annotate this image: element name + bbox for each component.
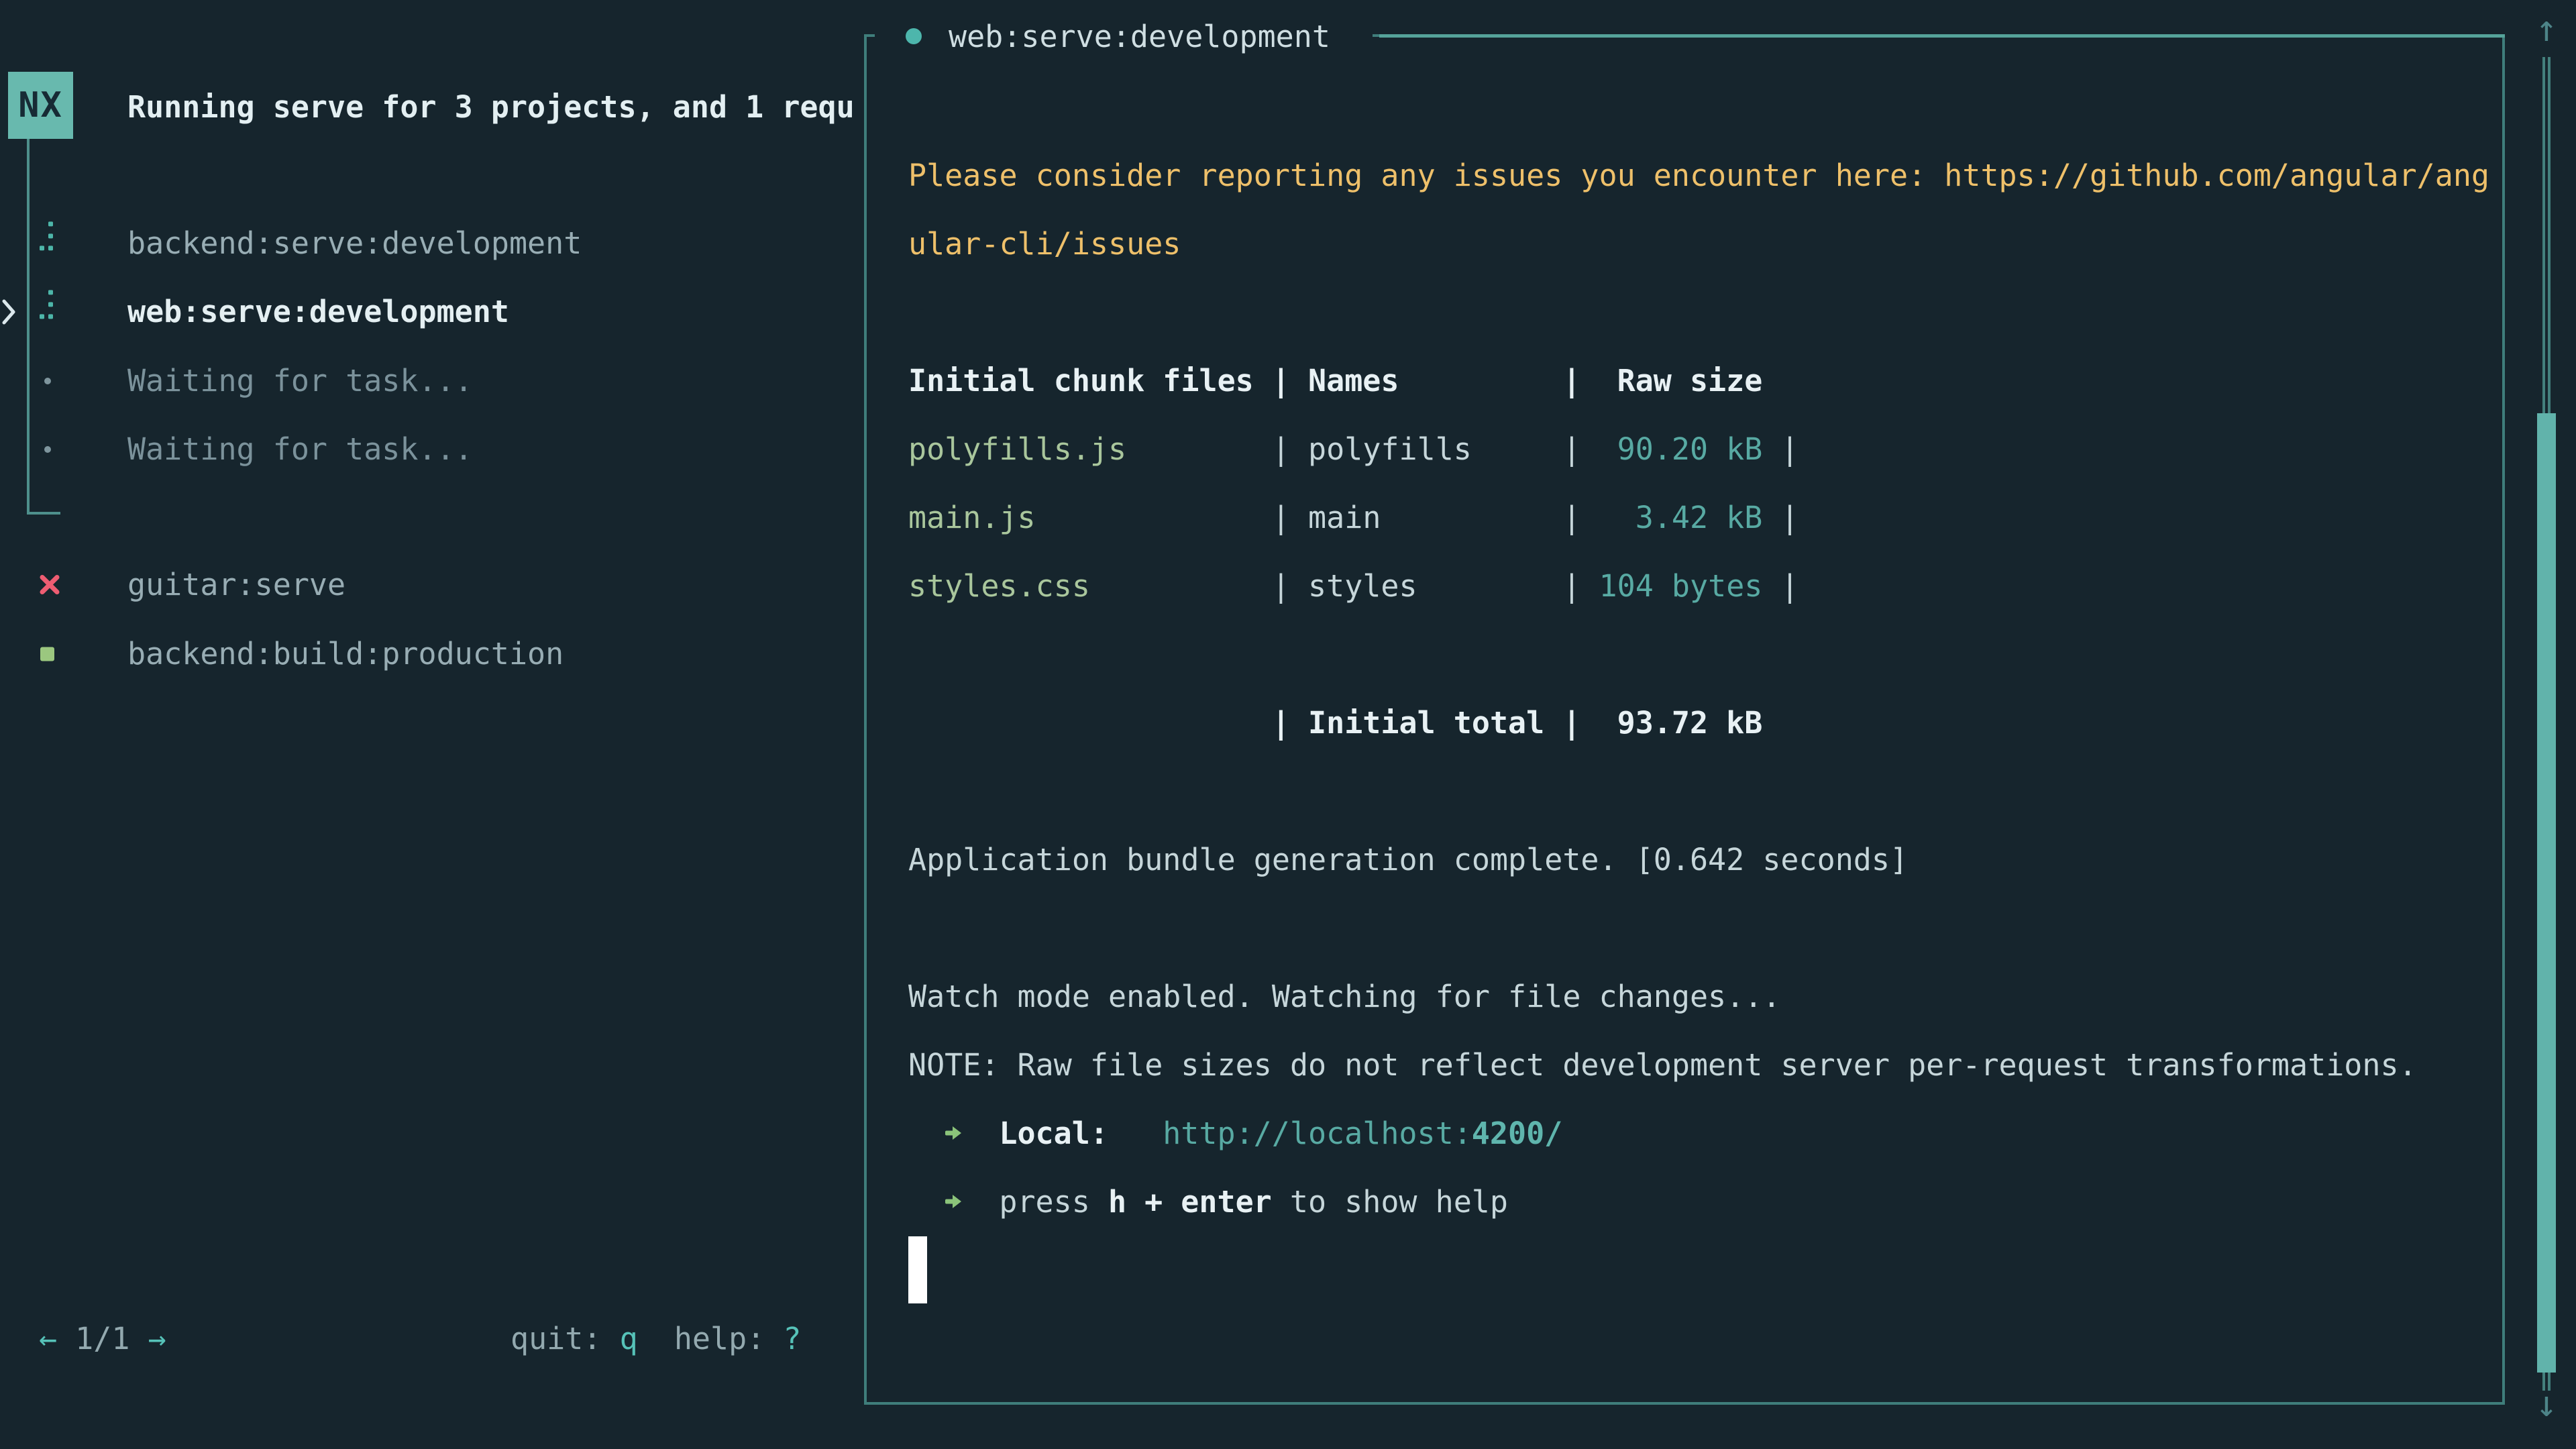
keyboard-shortcuts: quit: q help: ? — [511, 1305, 802, 1373]
terminal-text-segment: Initial chunk files | Names | Raw size — [908, 363, 1762, 398]
terminal-text-segment: 4200/ — [1472, 1116, 1562, 1151]
arrow-right-icon — [945, 1187, 963, 1217]
pager-prev-arrow-icon[interactable]: ← — [39, 1321, 57, 1356]
terminal-text-segment: | Initial total | 93.72 kB — [908, 705, 1762, 741]
sidebar-task-row[interactable]: web:serve:development — [0, 278, 852, 346]
sidebar-task-row[interactable]: Waiting for task... — [0, 415, 852, 484]
sidebar-task-row[interactable]: guitar:serve — [0, 551, 852, 619]
task-label: Waiting for task... — [127, 347, 473, 415]
success-square-icon — [40, 647, 54, 661]
terminal-text-segment — [1036, 500, 1272, 535]
quit-label: quit: — [511, 1321, 620, 1356]
terminal-text-segment: | — [1762, 431, 1799, 467]
terminal-text-segment — [1090, 568, 1272, 604]
arrow-right-icon — [945, 1118, 963, 1148]
task-label: backend:serve:development — [127, 209, 582, 278]
terminal-text-segment — [1580, 500, 1635, 535]
terminal-line: main.js | main | 3.42 kB | — [908, 484, 1799, 552]
help-key: ? — [783, 1321, 801, 1356]
spinner-icon — [39, 221, 54, 260]
spinner-icon — [39, 289, 54, 328]
terminal-line: polyfills.js | polyfills | 90.20 kB | — [908, 415, 1799, 484]
quit-key: q — [620, 1321, 638, 1356]
terminal-line: ular-cli/issues — [908, 210, 1181, 278]
terminal-text-segment: ular-cli/issues — [908, 226, 1181, 262]
selection-chevron-icon — [1, 297, 16, 327]
terminal-text-segment: press — [999, 1184, 1108, 1220]
task-label: guitar:serve — [127, 551, 345, 619]
task-label: Waiting for task... — [127, 415, 473, 484]
status-bar: ← 1/1 → quit: q help: ? — [0, 1305, 864, 1373]
failed-cross-icon — [39, 568, 60, 603]
terminal-text-segment — [908, 1184, 945, 1220]
scroll-up-arrow-icon[interactable]: ↑ — [2526, 5, 2567, 52]
scroll-down-arrow-icon[interactable]: ↓ — [2526, 1381, 2567, 1428]
terminal-line: Watch mode enabled. Watching for file ch… — [908, 963, 1780, 1031]
terminal-line: | Initial total | 93.72 kB — [908, 689, 1762, 757]
panel-title: web:serve:development — [949, 19, 1330, 54]
terminal-text-segment: Please consider reporting any issues you… — [908, 158, 2489, 193]
terminal-text-segment: Watch mode enabled. Watching for file ch… — [908, 979, 1780, 1014]
terminal-line: Initial chunk files | Names | Raw size — [908, 347, 1762, 415]
running-status-dot-icon — [906, 28, 922, 44]
terminal-screen: NX Running serve for 3 projects, and 1 r… — [0, 0, 2576, 1449]
terminal-text-segment: | — [1762, 568, 1799, 604]
terminal-text-segment: NOTE: Raw file sizes do not reflect deve… — [908, 1047, 2417, 1083]
task-tree-line-foot — [27, 512, 60, 515]
terminal-text-segment: Application bundle generation complete. … — [908, 842, 1908, 877]
terminal-text-segment: polyfills.js — [908, 431, 1126, 467]
sidebar-task-row[interactable]: Waiting for task... — [0, 347, 852, 415]
terminal-line: Application bundle generation complete. … — [908, 826, 1908, 894]
terminal-text-segment: 90.20 kB — [1617, 431, 1763, 467]
terminal-text-segment — [908, 1116, 945, 1151]
terminal-text-segment: h + enter — [1108, 1184, 1272, 1220]
terminal-text-segment: 3.42 kB — [1635, 500, 1763, 535]
terminal-line: Please consider reporting any issues you… — [908, 142, 2489, 210]
pager: ← 1/1 → — [39, 1305, 166, 1373]
terminal-text-segment: | polyfills | — [1272, 431, 1581, 467]
pending-dot-icon — [44, 378, 51, 384]
terminal-text-segment — [1580, 431, 1617, 467]
scrollbar-thumb[interactable] — [2537, 413, 2556, 1373]
panel-title-rule — [1379, 34, 2505, 38]
pager-label: 1/1 — [57, 1321, 148, 1356]
terminal-text-segment — [1580, 568, 1599, 604]
terminal-line: Local: http://localhost:4200/ — [908, 1099, 1562, 1168]
terminal-text-segment: 104 bytes — [1599, 568, 1763, 604]
page-title: Running serve for 3 projects, and 1 requ — [127, 74, 864, 141]
terminal-text-segment — [1126, 431, 1272, 467]
sidebar-task-row[interactable]: backend:serve:development — [0, 209, 852, 278]
terminal-line: NOTE: Raw file sizes do not reflect deve… — [908, 1031, 2417, 1099]
pending-dot-icon — [44, 446, 51, 453]
terminal-text-segment — [1108, 1116, 1163, 1151]
terminal-text-segment: Local: — [999, 1116, 1108, 1151]
nx-logo-badge: NX — [8, 72, 73, 139]
terminal-line: styles.css | styles | 104 bytes | — [908, 552, 1799, 621]
terminal-line: press h + enter to show help — [908, 1168, 1508, 1236]
terminal-text-segment: | — [1762, 500, 1799, 535]
help-label: help: — [638, 1321, 784, 1356]
terminal-text-segment: styles.css — [908, 568, 1090, 604]
task-label: backend:build:production — [127, 620, 564, 688]
task-label: web:serve:development — [127, 278, 509, 346]
terminal-text-segment: to show help — [1272, 1184, 1508, 1220]
pager-next-arrow-icon[interactable]: → — [148, 1321, 166, 1356]
local-url-link[interactable]: http://localhost: — [1163, 1116, 1472, 1151]
sidebar-task-row[interactable]: backend:build:production — [0, 620, 852, 688]
terminal-text-segment — [963, 1116, 999, 1151]
terminal-text-segment: main.js — [908, 500, 1036, 535]
terminal-text-segment: | styles | — [1272, 568, 1581, 604]
terminal-cursor — [908, 1236, 927, 1303]
terminal-text-segment — [963, 1184, 999, 1220]
terminal-text-segment: | main | — [1272, 500, 1581, 535]
panel-title-row: web:serve:development — [875, 19, 1373, 54]
